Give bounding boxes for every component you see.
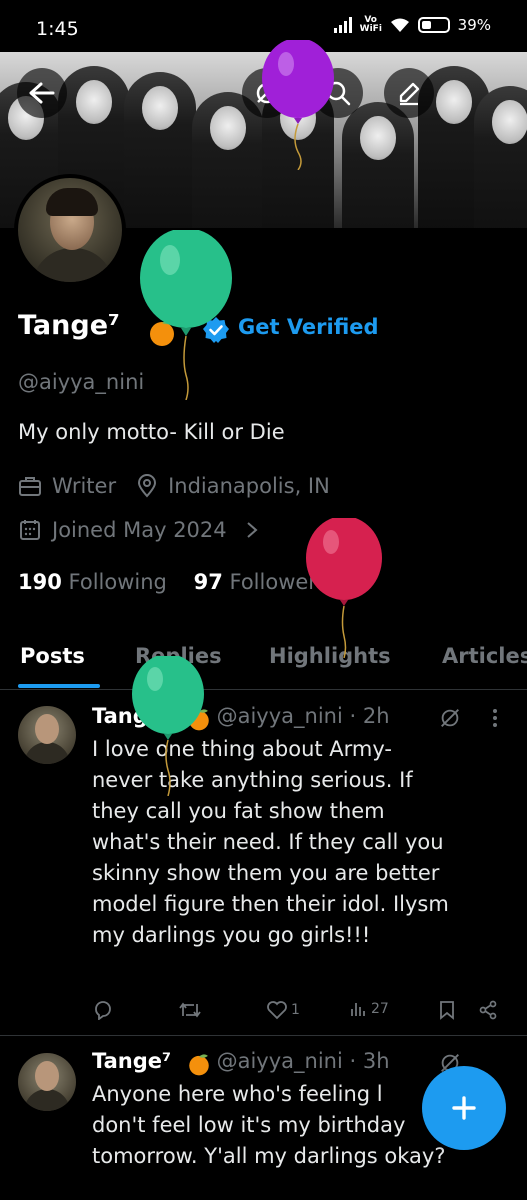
profile-name: Tange⁷ <box>18 310 120 341</box>
following-link[interactable]: 190 Following <box>18 570 167 594</box>
tab-replies[interactable]: Replies <box>135 644 222 668</box>
profile-avatar[interactable] <box>14 174 126 286</box>
back-button[interactable] <box>17 68 67 118</box>
followers-count: 97 <box>193 570 223 594</box>
followers-label: Followers <box>229 570 328 594</box>
grok-icon[interactable] <box>438 706 462 730</box>
like-icon <box>267 1001 287 1020</box>
profile-joined-row[interactable]: Joined May 2024 <box>18 518 269 542</box>
orange-emoji-icon <box>189 709 209 731</box>
orange-emoji-icon <box>150 320 174 346</box>
active-tab-indicator <box>18 684 100 688</box>
tab-posts[interactable]: Posts <box>20 644 85 668</box>
post-avatar[interactable] <box>18 706 76 764</box>
post-time: 3h <box>362 1049 390 1073</box>
retweet-icon <box>179 1002 201 1018</box>
views-button[interactable]: 27 <box>350 1000 389 1018</box>
views-icon <box>351 1003 365 1016</box>
reply-button[interactable] <box>92 1000 114 1020</box>
orange-emoji-icon <box>189 1054 209 1076</box>
following-count: 190 <box>18 570 62 594</box>
bookmark-button[interactable] <box>438 1000 456 1020</box>
post-text-line: skinny show them you are better <box>92 861 440 885</box>
profile-meta-row: Writer Indianapolis, IN <box>18 474 330 498</box>
post-author-handle[interactable]: @aiyya_nini <box>217 704 343 728</box>
views-count: 27 <box>371 1001 389 1017</box>
status-bar: 1:45 Vo WiFi 39% <box>0 0 527 52</box>
tab-highlights[interactable]: Highlights <box>269 644 391 668</box>
green-balloon-icon <box>140 230 232 400</box>
edit-button[interactable] <box>384 68 434 118</box>
reply-icon <box>95 1001 111 1020</box>
post-text-line: model figure then their idol. Ilysm <box>92 892 449 916</box>
vowifi-label: Vo WiFi <box>359 15 382 34</box>
status-time: 1:45 <box>36 18 79 40</box>
post-text-line: they call you fat show them <box>92 799 385 823</box>
post-text-line: my darlings you go girls!!! <box>92 923 371 947</box>
wifi-icon <box>390 18 409 32</box>
status-icons: Vo WiFi 39% <box>333 15 491 34</box>
post-header: Tange⁷ @aiyya_nini · 2h <box>92 704 390 728</box>
chevron-right-icon <box>246 522 258 538</box>
like-count: 1 <box>291 1002 300 1018</box>
grok-icon <box>256 82 278 104</box>
post-item[interactable]: Tange⁷ @aiyya_nini · 2h I love one thing… <box>0 690 527 1036</box>
post-actions: 1 27 <box>92 1000 512 1028</box>
post-text-line: what's their need. If they call you <box>92 830 444 854</box>
profile-location: Indianapolis, IN <box>168 474 330 498</box>
profile-joined: Joined May 2024 <box>52 518 227 542</box>
post-author-name[interactable]: Tange⁷ <box>92 704 171 728</box>
location-pin-icon <box>138 474 157 498</box>
search-button[interactable] <box>313 68 363 118</box>
share-button[interactable] <box>478 1000 498 1020</box>
post-author-name[interactable]: Tange⁷ <box>92 1049 171 1073</box>
verified-badge-icon[interactable] <box>202 316 230 344</box>
post-text: I love one thing about Army- never take … <box>92 734 512 951</box>
post-header: Tange⁷ @aiyya_nini · 3h <box>92 1049 390 1073</box>
battery-icon <box>417 17 450 33</box>
calendar-icon <box>20 520 40 540</box>
back-arrow-icon <box>29 82 55 104</box>
followers-link[interactable]: 97 Followers <box>194 570 328 594</box>
compose-button[interactable] <box>422 1066 506 1150</box>
profile-profession: Writer <box>52 474 117 498</box>
signal-icon <box>333 17 352 33</box>
profile-bio: My only motto- Kill or Die <box>18 420 285 444</box>
profile-tabs: Posts Replies Highlights Articles <box>0 640 527 690</box>
post-text-line: I love one thing about Army- <box>92 737 393 761</box>
search-icon <box>326 81 351 106</box>
profile-handle: @aiyya_nini <box>18 370 145 394</box>
post-text-line: never take anything serious. If <box>92 768 413 792</box>
get-verified-link[interactable]: Get Verified <box>238 315 379 339</box>
briefcase-icon <box>19 477 41 496</box>
retweet-button[interactable] <box>178 1000 202 1020</box>
grok-button[interactable] <box>242 68 292 118</box>
follow-stats: 190 Following 97 Followers <box>18 570 328 594</box>
share-icon <box>479 1000 497 1020</box>
edit-icon <box>399 82 420 106</box>
post-avatar[interactable] <box>18 1053 76 1111</box>
post-time: 2h <box>362 704 390 728</box>
like-button[interactable]: 1 <box>266 1000 300 1020</box>
following-label: Following <box>68 570 167 594</box>
tab-articles[interactable]: Articles <box>442 644 527 668</box>
battery-percent: 39% <box>457 16 491 34</box>
bookmark-icon <box>440 1001 454 1020</box>
more-icon[interactable] <box>492 708 498 728</box>
post-author-handle[interactable]: @aiyya_nini <box>217 1049 343 1073</box>
compose-plus-icon <box>452 1096 476 1120</box>
